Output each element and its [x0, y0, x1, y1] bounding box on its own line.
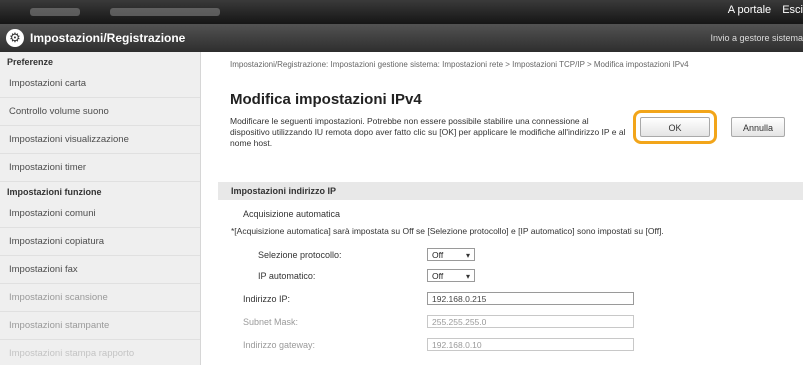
page-title: Modifica impostazioni IPv4	[230, 91, 422, 108]
sidebar-item-fax-settings[interactable]: Impostazioni fax	[0, 256, 200, 284]
protocol-select-value: Off	[432, 250, 444, 260]
top-links: A portale Esci	[720, 4, 803, 16]
logout-link[interactable]: Esci	[782, 4, 803, 16]
page-header: ⚙ Impostazioni/Registrazione Invio a ges…	[0, 24, 803, 52]
sidebar-item-report-settings[interactable]: Impostazioni stampa rapporto	[0, 340, 200, 365]
section-header-label: Impostazioni indirizzo IP	[231, 186, 337, 196]
ip-address-field[interactable]: 192.168.0.215	[427, 292, 634, 305]
protocol-label: Selezione protocollo:	[258, 250, 342, 260]
blurred-brand-text	[30, 8, 80, 16]
page-header-title: Impostazioni/Registrazione	[30, 31, 186, 45]
page-description: Modificare le seguenti impostazioni. Pot…	[230, 116, 626, 148]
blurred-device-text	[110, 8, 220, 16]
portal-link[interactable]: A portale	[728, 4, 771, 16]
auto-acquire-note: *[Acquisizione automatica] sarà impostat…	[231, 226, 664, 236]
auto-ip-select-value: Off	[432, 271, 444, 281]
sidebar-section-preferences: Preferenze	[7, 57, 54, 67]
auto-ip-select[interactable]: Off ▾	[427, 269, 475, 282]
sidebar-item-timer-settings[interactable]: Impostazioni timer	[0, 154, 200, 182]
ip-address-label: Indirizzo IP:	[243, 294, 291, 304]
section-header-ip-settings: Impostazioni indirizzo IP	[218, 182, 803, 200]
sidebar-item-common-settings[interactable]: Impostazioni comuni	[0, 200, 200, 228]
subnet-mask-label: Subnet Mask:	[243, 317, 299, 327]
sidebar: Preferenze Impostazioni carta Controllo …	[0, 52, 201, 365]
gateway-address-field[interactable]: 192.168.0.10	[427, 338, 634, 351]
main-content: Impostazioni/Registrazione: Impostazioni…	[218, 52, 803, 365]
protocol-select[interactable]: Off ▾	[427, 248, 475, 261]
cancel-button[interactable]: Annulla	[731, 117, 785, 137]
breadcrumb: Impostazioni/Registrazione: Impostazioni…	[230, 60, 689, 69]
sidebar-item-copy-settings[interactable]: Impostazioni copiatura	[0, 228, 200, 256]
sidebar-item-display-settings[interactable]: Impostazioni visualizzazione	[0, 126, 200, 154]
top-bar: A portale Esci	[0, 0, 803, 24]
sidebar-item-printer-settings[interactable]: Impostazioni stampante	[0, 312, 200, 340]
sidebar-section-functions: Impostazioni funzione	[7, 187, 102, 197]
sidebar-item-scan-settings[interactable]: Impostazioni scansione	[0, 284, 200, 312]
ok-button[interactable]: OK	[640, 117, 710, 137]
auto-acquire-label: Acquisizione automatica	[243, 209, 341, 219]
sidebar-item-volume-control[interactable]: Controllo volume suono	[0, 98, 200, 126]
settings-gear-icon: ⚙	[6, 29, 24, 47]
subnet-mask-field[interactable]: 255.255.255.0	[427, 315, 634, 328]
chevron-down-icon: ▾	[465, 251, 470, 260]
auto-ip-label: IP automatico:	[258, 271, 316, 281]
chevron-down-icon: ▾	[465, 272, 470, 281]
send-to-admin-link[interactable]: Invio a gestore sistema	[710, 33, 803, 43]
gateway-address-label: Indirizzo gateway:	[243, 340, 316, 350]
sidebar-item-paper-settings[interactable]: Impostazioni carta	[0, 70, 200, 98]
